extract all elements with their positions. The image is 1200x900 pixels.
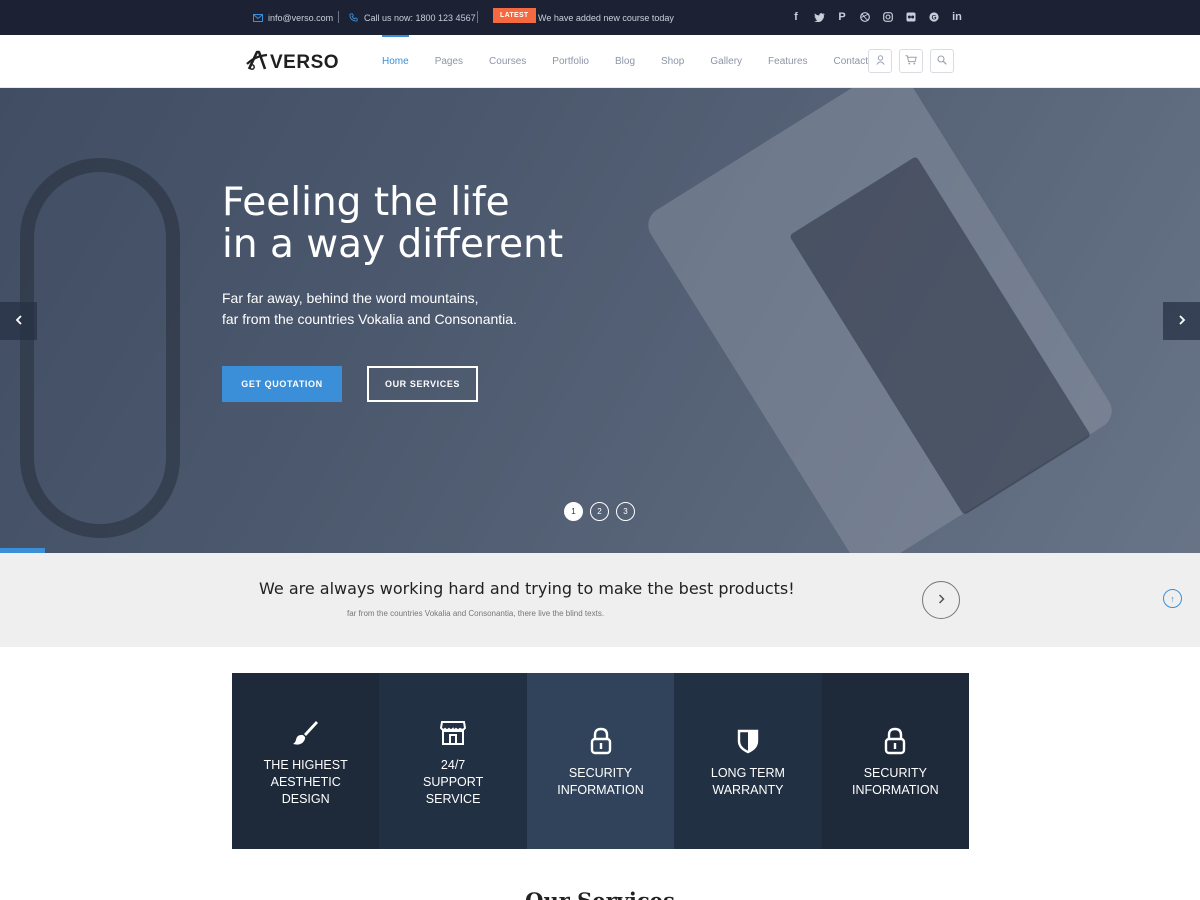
account-button[interactable] xyxy=(868,49,892,73)
get-quotation-button[interactable]: GET QUOTATION xyxy=(222,366,342,402)
slider-next-button[interactable] xyxy=(1163,302,1200,340)
tagline-arrow-button[interactable] xyxy=(922,581,960,619)
cart-button[interactable] xyxy=(899,49,923,73)
divider xyxy=(477,11,478,23)
social-links: f P G in xyxy=(789,10,964,24)
feature-boxes: THE HIGHEST AESTHETIC DESIGN 24/7 SUPPOR… xyxy=(232,673,970,849)
slide-dot-3[interactable]: 3 xyxy=(616,502,635,521)
flickr-icon[interactable] xyxy=(904,10,918,24)
shield-icon xyxy=(737,723,759,759)
tagline-band: We are always working hard and trying to… xyxy=(0,553,1200,647)
nav-item-home[interactable]: Home xyxy=(382,35,409,88)
our-services-button[interactable]: OUR SERVICES xyxy=(367,366,478,402)
chevron-right-icon xyxy=(1178,312,1186,330)
nav-item-blog[interactable]: Blog xyxy=(615,35,635,88)
feature-box-security[interactable]: SECURITY INFORMATION xyxy=(526,673,675,849)
logo-icon xyxy=(246,49,268,76)
phone-contact[interactable]: Call us now: 1800 123 4567 xyxy=(349,0,476,35)
slider-pagination: 1 2 3 xyxy=(564,502,635,521)
nav-item-pages[interactable]: Pages xyxy=(435,35,463,88)
dribbble-icon[interactable] xyxy=(858,10,872,24)
email-text: info@verso.com xyxy=(268,12,334,23)
logo-text: VERSO xyxy=(270,51,340,73)
news-ticker-text[interactable]: We have added new course today xyxy=(538,0,674,35)
slider-prev-button[interactable] xyxy=(0,302,37,340)
slide-dot-1[interactable]: 1 xyxy=(564,502,583,521)
search-button[interactable] xyxy=(930,49,954,73)
slide-dot-2[interactable]: 2 xyxy=(590,502,609,521)
feature-label: 24/7 SUPPORT SERVICE xyxy=(423,757,484,806)
brush-icon xyxy=(292,715,320,751)
hero-slider: Feeling the life in a way different Far … xyxy=(0,88,1200,553)
site-logo[interactable]: VERSO xyxy=(246,49,339,76)
feature-box-design[interactable]: THE HIGHEST AESTHETIC DESIGN xyxy=(232,673,380,849)
section-title: Our Services xyxy=(0,888,1200,900)
nav-item-contact[interactable]: Contact xyxy=(834,35,868,88)
hero-text-line-1: Far far away, behind the word mountains, xyxy=(222,290,479,306)
feature-label: SECURITY INFORMATION xyxy=(557,766,644,797)
mail-icon xyxy=(253,13,263,22)
linkedin-icon[interactable]: in xyxy=(950,10,964,24)
latest-badge: LATEST xyxy=(493,8,536,23)
feature-label: LONG TERM WARRANTY xyxy=(710,766,785,797)
chevron-left-icon xyxy=(15,312,23,330)
facebook-icon[interactable]: f xyxy=(789,10,803,24)
nav-item-features[interactable]: Features xyxy=(768,35,807,88)
google-icon[interactable]: G xyxy=(927,10,941,24)
tagline-subtext: far from the countries Vokalia and Conso… xyxy=(347,609,605,618)
search-icon xyxy=(937,52,947,70)
hero-title: Feeling the life in a way different xyxy=(222,182,563,266)
nav-item-shop[interactable]: Shop xyxy=(661,35,684,88)
nav-item-portfolio[interactable]: Portfolio xyxy=(552,35,589,88)
nav-actions xyxy=(868,49,954,73)
twitter-icon[interactable] xyxy=(812,10,826,24)
feature-box-security-2[interactable]: SECURITY INFORMATION xyxy=(821,673,970,849)
hero-overlay xyxy=(0,88,1200,553)
phone-text: Call us now: 1800 123 4567 xyxy=(364,12,476,23)
lock-icon xyxy=(589,723,613,759)
hero-title-line-1: Feeling the life xyxy=(222,180,510,225)
hero-text-line-2: far from the countries Vokalia and Conso… xyxy=(222,311,517,327)
pinterest-icon[interactable]: P xyxy=(835,10,849,24)
feature-label: SECURITY INFORMATION xyxy=(852,766,939,797)
hero-text: Far far away, behind the word mountains,… xyxy=(222,288,517,330)
store-icon xyxy=(439,715,467,751)
cart-icon xyxy=(905,52,917,70)
feature-box-support[interactable]: 24/7 SUPPORT SERVICE xyxy=(379,673,527,849)
main-navbar: VERSO Home Pages Courses Portfolio Blog … xyxy=(0,35,1200,88)
lock-icon xyxy=(883,723,907,759)
top-bar: info@verso.com Call us now: 1800 123 456… xyxy=(0,0,1200,35)
email-contact[interactable]: info@verso.com xyxy=(253,0,333,35)
chevron-right-icon xyxy=(938,591,945,609)
arrow-up-icon: ↑ xyxy=(1170,593,1175,604)
nav-item-gallery[interactable]: Gallery xyxy=(710,35,742,88)
nav-menu: Home Pages Courses Portfolio Blog Shop G… xyxy=(382,35,894,88)
feature-box-warranty[interactable]: LONG TERM WARRANTY xyxy=(674,673,822,849)
tagline-headline: We are always working hard and trying to… xyxy=(259,579,795,598)
scroll-top-button[interactable]: ↑ xyxy=(1163,589,1182,608)
divider xyxy=(338,11,339,23)
hero-title-line-2: in a way different xyxy=(222,222,564,267)
phone-icon xyxy=(349,13,358,22)
svg-text:G: G xyxy=(931,14,936,21)
instagram-icon[interactable] xyxy=(881,10,895,24)
nav-item-courses[interactable]: Courses xyxy=(489,35,526,88)
user-icon xyxy=(875,52,885,70)
feature-label: THE HIGHEST AESTHETIC DESIGN xyxy=(263,757,348,806)
